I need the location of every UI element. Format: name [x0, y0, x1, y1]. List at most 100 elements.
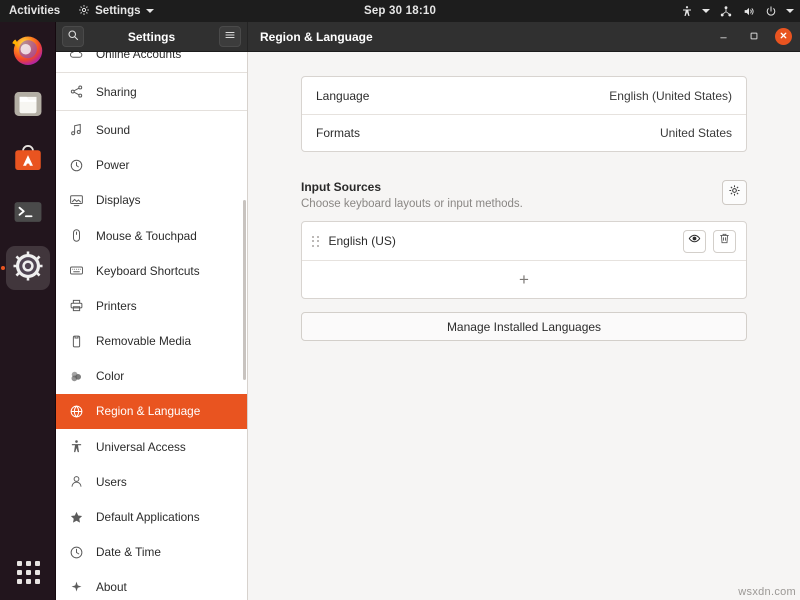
- sidebar-list: Online Accounts Sharing Sound Power Disp…: [56, 52, 247, 600]
- chevron-down-icon[interactable]: [786, 9, 794, 13]
- add-input-source-button[interactable]: +: [302, 260, 746, 298]
- preview-layout-button[interactable]: [683, 229, 706, 253]
- eye-icon: [688, 232, 701, 250]
- app-menu-label: Settings: [95, 5, 141, 17]
- screen: Activities Settings Sep 30 18:10 Setting…: [0, 0, 800, 600]
- sidebar-item-online-accounts[interactable]: Online Accounts: [56, 52, 247, 71]
- color-icon: [68, 368, 85, 385]
- sidebar-item-label: Removable Media: [96, 334, 192, 349]
- window-right-title: Region & Language: [260, 29, 373, 44]
- input-sources-options-button[interactable]: [722, 180, 747, 205]
- minimize-button[interactable]: [715, 28, 732, 45]
- sidebar-item-date-time[interactable]: Date & Time: [56, 535, 247, 570]
- activities-label: Activities: [9, 5, 61, 17]
- formats-value: United States: [659, 126, 732, 140]
- maximize-button[interactable]: [745, 28, 762, 45]
- menu-button[interactable]: [219, 26, 241, 47]
- sidebar-item-power[interactable]: Power: [56, 148, 247, 183]
- sidebar-item-sharing[interactable]: Sharing: [56, 74, 247, 109]
- close-icon: [779, 31, 788, 43]
- sidebar-item-printers[interactable]: Printers: [56, 288, 247, 323]
- plus-icon: +: [519, 269, 529, 289]
- gear-icon: [11, 249, 45, 288]
- sidebar-item-label: Sound: [96, 122, 131, 137]
- sidebar-item-users[interactable]: Users: [56, 464, 247, 499]
- grid-dot: [25, 578, 31, 584]
- ubuntu-dock: [0, 22, 56, 600]
- clock-icon: [68, 544, 85, 561]
- clock-datetime[interactable]: Sep 30 18:10: [364, 5, 436, 17]
- accessibility-icon[interactable]: [681, 5, 693, 18]
- titlebar-right: Region & Language: [248, 22, 800, 51]
- power-clock-icon: [68, 157, 85, 174]
- sidebar-item-sound[interactable]: Sound: [56, 112, 247, 147]
- sidebar-item-about[interactable]: About: [56, 570, 247, 600]
- sidebar-item-label: Default Applications: [96, 510, 200, 525]
- window-titlebar: Settings Region & Language: [56, 22, 800, 52]
- sidebar-item-removable-media[interactable]: Removable Media: [56, 324, 247, 359]
- sidebar-item-keyboard-shortcuts[interactable]: Keyboard Shortcuts: [56, 253, 247, 288]
- show-applications-icon[interactable]: [6, 550, 50, 594]
- gnome-top-bar: Activities Settings Sep 30 18:10: [0, 0, 800, 22]
- manage-installed-languages-button[interactable]: Manage Installed Languages: [301, 312, 747, 341]
- input-source-row[interactable]: English (US): [302, 222, 746, 260]
- settings-sidebar[interactable]: Online Accounts Sharing Sound Power Disp…: [56, 52, 248, 600]
- dock-item-files[interactable]: [6, 84, 50, 128]
- chevron-down-icon[interactable]: [702, 9, 710, 13]
- sidebar-item-universal-access[interactable]: Universal Access: [56, 429, 247, 464]
- sidebar-item-region-language[interactable]: Region & Language: [56, 393, 247, 430]
- row-formats[interactable]: Formats United States: [302, 114, 746, 151]
- remove-source-button[interactable]: [713, 229, 736, 253]
- ubuntu-software-icon: [11, 141, 45, 180]
- sidebar-item-label: Region & Language: [96, 404, 201, 419]
- search-icon: [67, 28, 79, 46]
- share-nodes-icon: [68, 83, 85, 100]
- grid-dot: [25, 569, 31, 575]
- sidebar-item-label: About: [96, 580, 127, 595]
- star-icon: [68, 509, 85, 526]
- language-label: Language: [316, 88, 370, 103]
- accessibility-icon: [68, 438, 85, 455]
- window-body: Online Accounts Sharing Sound Power Disp…: [56, 52, 800, 600]
- power-icon[interactable]: [765, 5, 777, 18]
- dock-item-settings[interactable]: [5, 246, 50, 290]
- network-icon[interactable]: [719, 5, 733, 18]
- close-button[interactable]: [775, 28, 792, 45]
- gear-icon: [728, 184, 741, 202]
- terminal-icon: [11, 195, 45, 234]
- dock-item-ubuntu-software[interactable]: [6, 138, 50, 182]
- volume-icon[interactable]: [742, 5, 756, 18]
- row-language[interactable]: Language English (United States): [302, 77, 746, 114]
- dock-item-terminal[interactable]: [6, 192, 50, 236]
- sidebar-item-label: Mouse & Touchpad: [96, 228, 197, 243]
- sidebar-item-mouse-touchpad[interactable]: Mouse & Touchpad: [56, 218, 247, 253]
- user-icon: [68, 473, 85, 490]
- sidebar-divider: [56, 72, 247, 74]
- input-sources-card: English (US) +: [301, 221, 747, 299]
- grid-dot: [16, 569, 22, 575]
- search-button[interactable]: [62, 26, 84, 47]
- mouse-icon: [68, 227, 85, 244]
- activities-button[interactable]: Activities: [0, 0, 69, 22]
- grid-dot: [16, 560, 22, 566]
- grid-dot: [34, 578, 40, 584]
- files-folder-icon: [11, 87, 45, 126]
- grid-dot: [25, 560, 31, 566]
- drag-handle-icon[interactable]: [312, 235, 319, 247]
- sidebar-item-color[interactable]: Color: [56, 359, 247, 394]
- titlebar-left: Settings: [56, 22, 248, 51]
- gear-icon: [78, 4, 90, 19]
- input-source-actions: [683, 229, 736, 253]
- settings-window: Settings Region & Language Online Accoun…: [56, 22, 800, 600]
- dock-item-firefox[interactable]: [6, 30, 50, 74]
- input-sources-header: Input Sources Choose keyboard layouts or…: [301, 180, 747, 210]
- app-menu-button[interactable]: Settings: [69, 0, 162, 22]
- sidebar-scrollbar[interactable]: [243, 200, 246, 380]
- sidebar-item-displays[interactable]: Displays: [56, 183, 247, 218]
- sidebar-item-label: Users: [96, 474, 127, 489]
- region-language-panel: Language English (United States) Formats…: [248, 52, 800, 600]
- sidebar-item-default-applications[interactable]: Default Applications: [56, 499, 247, 534]
- minimize-icon: [718, 28, 729, 46]
- sidebar-item-label: Sharing: [96, 84, 137, 99]
- keyboard-icon: [68, 262, 85, 279]
